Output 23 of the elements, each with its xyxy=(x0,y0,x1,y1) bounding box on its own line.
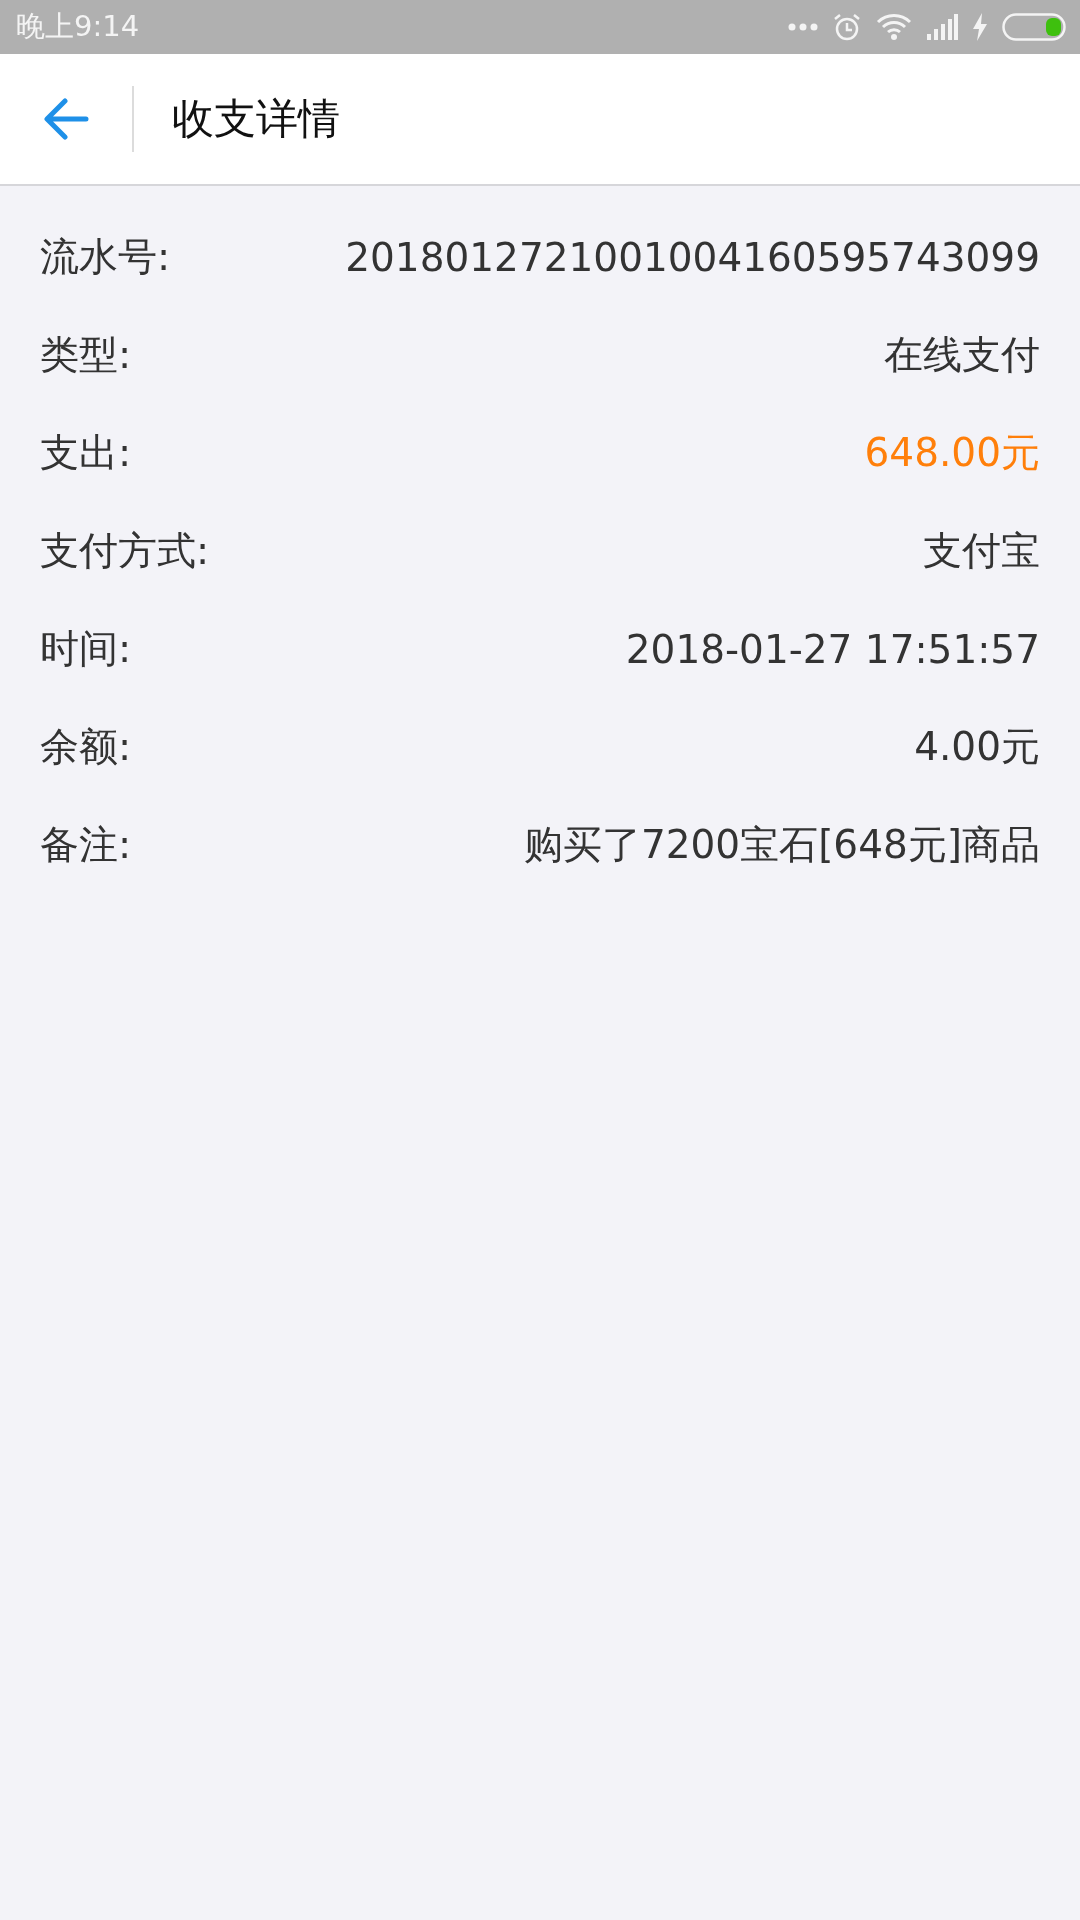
detail-label: 备注: xyxy=(40,821,132,869)
wifi-icon xyxy=(876,13,912,41)
page-title: 收支详情 xyxy=(172,93,340,145)
more-dots-icon xyxy=(788,23,818,31)
detail-value: 2018-01-27 17:51:57 xyxy=(625,626,1040,672)
back-arrow-icon xyxy=(43,98,89,140)
detail-label: 支出: xyxy=(40,429,132,477)
status-time: 晚上9:14 xyxy=(16,8,140,45)
detail-value: 4.00元 xyxy=(914,723,1040,771)
detail-value: 在线支付 xyxy=(884,331,1040,379)
detail-label: 支付方式: xyxy=(40,527,210,575)
detail-value: 支付宝 xyxy=(923,527,1040,575)
detail-label: 时间: xyxy=(40,625,132,673)
signal-icon xyxy=(926,14,958,40)
detail-label: 类型: xyxy=(40,331,132,379)
battery-icon xyxy=(1002,13,1066,41)
detail-value: 2018012721001004160595743099 xyxy=(345,234,1040,280)
detail-label: 流水号: xyxy=(40,233,171,281)
detail-label: 余额: xyxy=(40,723,132,771)
detail-value: 购买了7200宝石[648元]商品 xyxy=(523,821,1040,869)
alarm-icon xyxy=(832,12,862,42)
detail-value: 648.00元 xyxy=(864,429,1040,477)
charging-icon xyxy=(972,13,988,41)
